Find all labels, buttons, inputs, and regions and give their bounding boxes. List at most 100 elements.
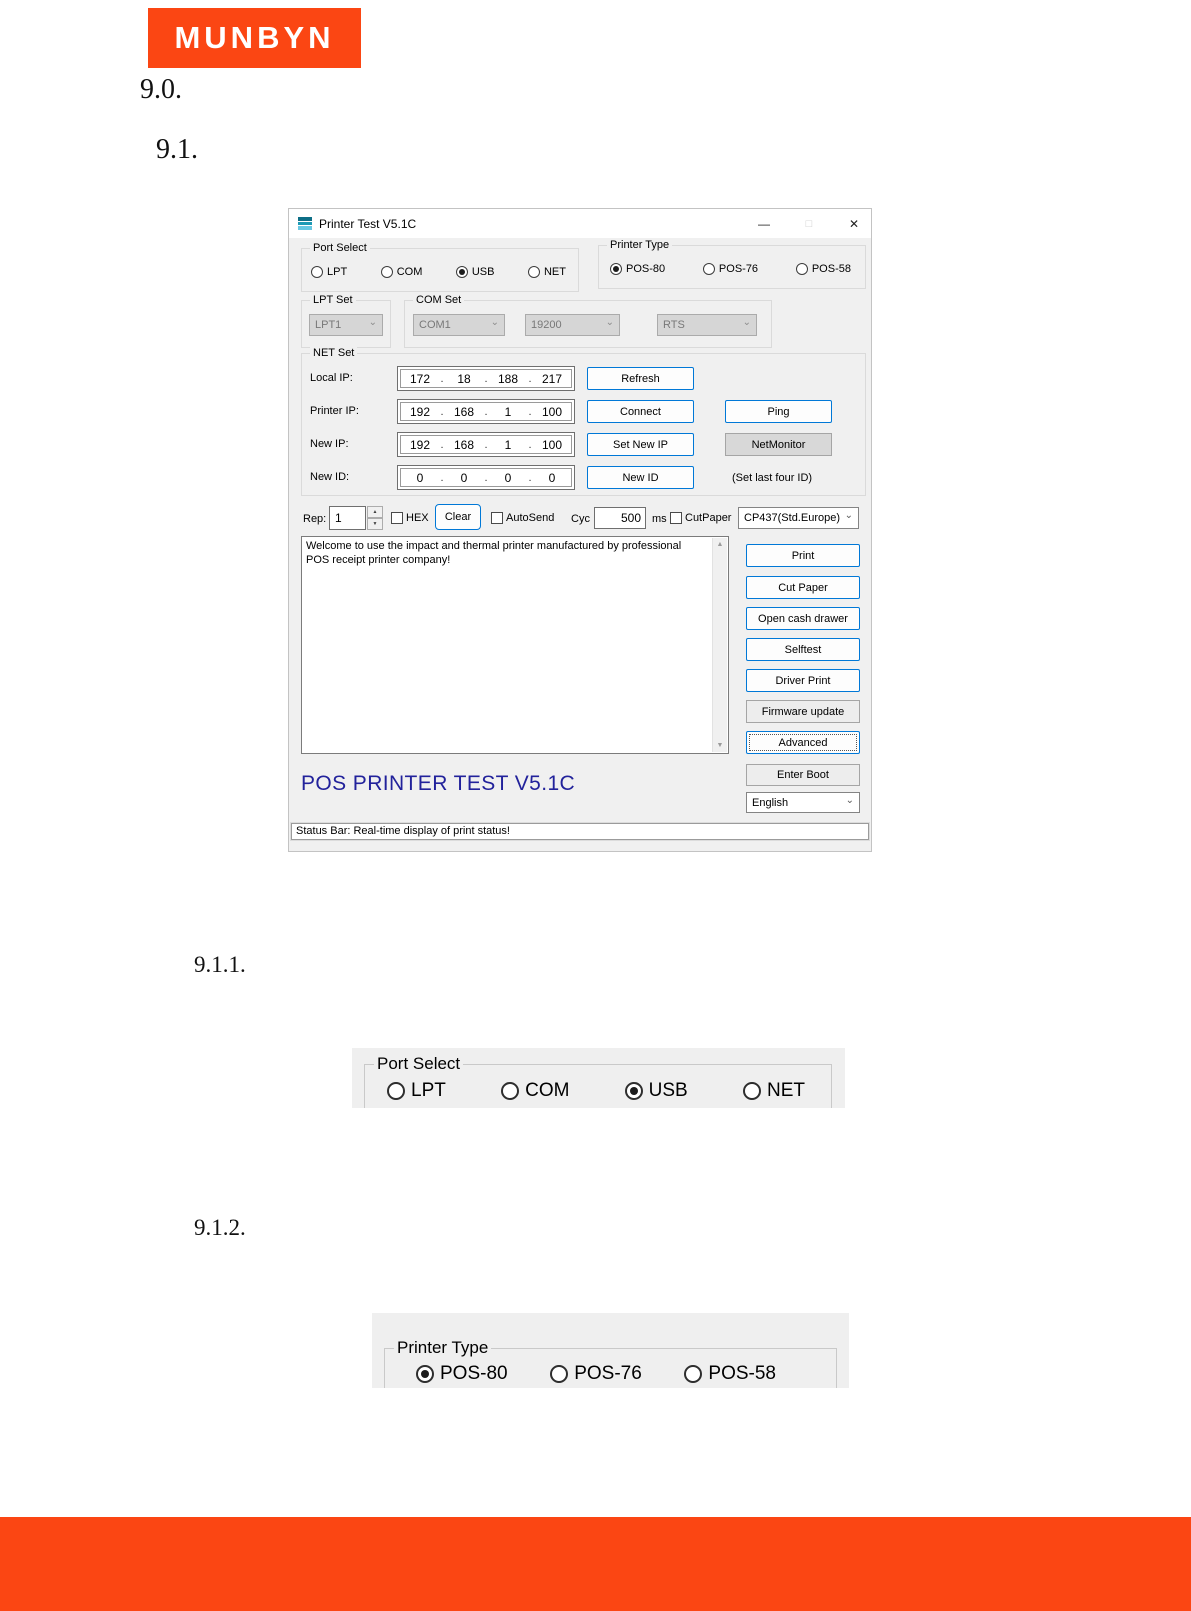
radio-pos76[interactable]: POS-76 [702, 263, 758, 275]
autosend-checkbox[interactable]: AutoSend [491, 506, 554, 530]
advanced-button[interactable]: Advanced [746, 731, 860, 754]
radio-usb[interactable]: USB [624, 1080, 688, 1102]
set-new-ip-button[interactable]: Set New IP [587, 433, 694, 456]
new-id-label: New ID: [310, 471, 350, 483]
enter-boot-button[interactable]: Enter Boot [746, 764, 860, 786]
com-set-group: COM Set COM1 ⌄ 19200 ⌄ RTS ⌄ [404, 293, 772, 348]
clear-button[interactable]: Clear [435, 504, 481, 530]
ip-octet: 217 [541, 371, 563, 386]
new-ip-field[interactable]: 192 168 1 100 [397, 432, 575, 457]
cyc-label: Cyc [571, 513, 590, 525]
radio-label: POS-76 [574, 1363, 642, 1384]
id-octet: 0 [460, 470, 468, 485]
ip-octet: 188 [497, 371, 519, 386]
maximize-icon: □ [805, 217, 813, 230]
checkbox-icon [670, 512, 682, 524]
printer-type-screenshot: Printer Type POS-80 POS-76 POS-58 [372, 1313, 849, 1388]
language-select[interactable]: English ⌄ [746, 792, 860, 813]
hex-checkbox[interactable]: HEX [391, 506, 429, 530]
open-cash-drawer-button[interactable]: Open cash drawer [746, 607, 860, 630]
port-select-group: Port Select LPT COM USB NET [301, 241, 579, 292]
footer-bar [0, 1517, 1191, 1611]
radio-label: POS-80 [626, 263, 666, 275]
cyc-input[interactable]: 500 [594, 507, 646, 529]
selftest-button[interactable]: Selftest [746, 638, 860, 661]
ip-octet: 192 [409, 404, 431, 419]
radio-icon [387, 1082, 405, 1100]
port-select-group-crop: Port Select LPT COM USB NET [364, 1054, 832, 1108]
cutpaper-checkbox[interactable]: CutPaper [670, 506, 731, 530]
net-set-group: NET Set Local IP: 172 18 188 217 Refresh Pr… [301, 346, 866, 496]
port-select-label: Port Select [310, 241, 370, 255]
radio-pos58[interactable]: POS-58 [684, 1363, 776, 1385]
printer-ip-field[interactable]: 192 168 1 100 [397, 399, 575, 424]
radio-net[interactable]: NET [527, 266, 566, 278]
firmware-update-button[interactable]: Firmware update [746, 700, 860, 723]
chevron-down-icon: ⌄ [605, 317, 614, 328]
local-ip-field[interactable]: 172 18 188 217 [397, 366, 575, 391]
scroll-down-icon[interactable]: ▼ [713, 742, 727, 749]
lpt-set-group: LPT Set LPT1 ⌄ [301, 293, 391, 348]
print-content-text: Welcome to use the impact and thermal pr… [306, 540, 682, 566]
printer-type-group-crop: Printer Type POS-80 POS-76 POS-58 [384, 1338, 837, 1388]
chevron-down-icon: ⌄ [845, 794, 854, 806]
printer-test-window: Printer Test V5.1C — □ ✕ Port Select LPT [288, 208, 872, 852]
new-id-button[interactable]: New ID [587, 466, 694, 489]
driver-print-button[interactable]: Driver Print [746, 669, 860, 692]
radio-pos58[interactable]: POS-58 [795, 263, 851, 275]
ip-octet: 100 [541, 404, 563, 419]
close-icon[interactable]: ✕ [847, 217, 861, 231]
ip-octet: 18 [457, 371, 471, 386]
window-title: Printer Test V5.1C [319, 216, 417, 231]
spinner-up-icon[interactable]: ▲ [367, 506, 383, 518]
radio-pos76[interactable]: POS-76 [550, 1363, 642, 1385]
chevron-down-icon: ⌄ [490, 317, 499, 328]
munbyn-logo: MUNBYN [148, 8, 361, 68]
radio-com[interactable]: COM [380, 266, 422, 278]
radio-pos80[interactable]: POS-80 [610, 263, 665, 275]
local-ip-label: Local IP: [310, 372, 353, 384]
flow-control-select[interactable]: RTS ⌄ [657, 314, 757, 336]
print-button[interactable]: Print [746, 544, 860, 567]
radio-pos80[interactable]: POS-80 [416, 1363, 508, 1385]
radio-com[interactable]: COM [501, 1080, 569, 1102]
printer-type-label: Printer Type [607, 238, 673, 252]
radio-label: POS-80 [440, 1363, 508, 1384]
title-bar: Printer Test V5.1C — □ ✕ [289, 209, 871, 238]
radio-checked-icon [624, 1082, 643, 1100]
spinner-down-icon[interactable]: ▼ [367, 518, 383, 530]
heading-9-1-2: 9.1.2. [194, 1215, 246, 1240]
radio-label: USB [648, 1080, 688, 1101]
new-id-field[interactable]: 0 0 0 0 [397, 465, 575, 490]
radio-usb[interactable]: USB [455, 266, 494, 278]
codepage-select[interactable]: CP437(Std.Europe) ⌄ [738, 507, 859, 529]
radio-icon [501, 1082, 520, 1100]
refresh-button[interactable]: Refresh [587, 367, 694, 390]
radio-label: NET [543, 266, 566, 278]
ip-octet: 100 [541, 437, 563, 452]
rep-value[interactable]: 1 [329, 506, 366, 530]
radio-net[interactable]: NET [742, 1080, 805, 1102]
ms-label: ms [652, 513, 667, 525]
document-page: MUNBYN 9.0. 9.1. 9.1.1. 9.1.2. Printer T… [0, 0, 1191, 1611]
cut-paper-button[interactable]: Cut Paper [746, 576, 860, 599]
scrollbar[interactable]: ▲ ▼ [712, 538, 727, 752]
new-ip-label: New IP: [310, 438, 349, 450]
minimize-icon[interactable]: — [757, 217, 771, 231]
hex-label: HEX [406, 512, 429, 524]
scroll-up-icon[interactable]: ▲ [713, 541, 727, 548]
com-port-select[interactable]: COM1 ⌄ [413, 314, 505, 336]
connect-button[interactable]: Connect [587, 400, 694, 423]
lpt-port-select[interactable]: LPT1 ⌄ [309, 314, 383, 336]
ping-button[interactable]: Ping [725, 400, 832, 423]
heading-9-1: 9.1. [156, 134, 198, 165]
radio-lpt[interactable]: LPT [311, 266, 347, 278]
radio-lpt[interactable]: LPT [387, 1080, 446, 1102]
flow-control-value: RTS [663, 319, 685, 331]
baud-rate-select[interactable]: 19200 ⌄ [525, 314, 620, 336]
rep-spinner[interactable]: 1 ▲ ▼ [329, 506, 383, 530]
print-content-textarea[interactable]: Welcome to use the impact and thermal pr… [301, 536, 729, 754]
net-set-label: NET Set [310, 346, 358, 360]
netmonitor-button[interactable]: NetMonitor [725, 433, 832, 456]
heading-9-0: 9.0. [140, 74, 182, 105]
